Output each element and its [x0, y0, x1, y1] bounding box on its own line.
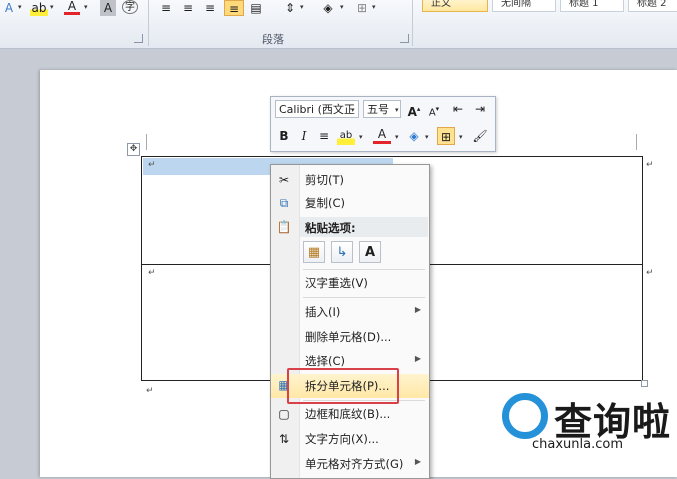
chevron-down-icon[interactable]: ▾: [50, 3, 54, 11]
submenu-arrow-icon: ▶: [414, 305, 421, 314]
paragraph-dialog-launcher-icon[interactable]: [400, 34, 409, 43]
shading-icon[interactable]: ◈: [320, 0, 336, 16]
paragraph-group-label: 段落: [262, 33, 284, 46]
justify-icon[interactable]: ≡: [224, 0, 244, 16]
watermark: 查询啦 chaxunla.com: [500, 385, 677, 477]
style-heading-2[interactable]: 标题 2: [628, 0, 677, 12]
line-spacing-icon[interactable]: ⇕: [282, 0, 298, 16]
brand-logo-icon: [502, 393, 548, 439]
font-color-button[interactable]: A: [373, 127, 391, 144]
style-normal[interactable]: 正文: [422, 0, 488, 12]
borders-shading-icon: ▢: [278, 407, 290, 421]
group-divider: [412, 0, 413, 46]
mini-toolbar: Calibri (西文正 ▾ 五号 ▾ A▴ A▾ ⇤ ⇥ B I ≡ ab ▾…: [270, 96, 496, 152]
paste-options-header: 粘贴选项:: [300, 217, 428, 237]
shrink-font-button[interactable]: A▾: [425, 100, 443, 118]
borders-icon[interactable]: ⊞: [354, 0, 370, 16]
menu-separator: [303, 297, 425, 298]
chevron-down-icon[interactable]: ▾: [459, 133, 463, 141]
format-painter-icon[interactable]: 🖌: [471, 127, 489, 145]
menu-item-delete-cells[interactable]: 删除单元格(D)...: [271, 326, 429, 348]
chevron-down-icon[interactable]: ▾: [300, 3, 304, 11]
font-color-icon[interactable]: A: [64, 0, 80, 15]
cell-end-mark: ↵: [148, 160, 156, 170]
align-left-icon[interactable]: ≡: [158, 0, 174, 16]
menu-item-insert[interactable]: 插入(I) ▶: [271, 301, 429, 323]
borders-icon[interactable]: ⊞: [437, 127, 455, 145]
merge-formatting-icon[interactable]: ↳: [331, 241, 353, 263]
menu-item-borders-shading[interactable]: ▢ 边框和底纹(B)...: [271, 403, 429, 425]
menu-item-text-direction[interactable]: ⇅ 文字方向(X)...: [271, 428, 429, 450]
group-divider: [148, 0, 149, 46]
ribbon: A ▾ ab ▾ A ▾ A 字 ≡ ≡ ≡ ≡ ▤ ⇕ ▾ ◈ ▾ ⊞ ▾ 段…: [0, 0, 677, 49]
keep-source-formatting-icon[interactable]: ▦: [303, 241, 325, 263]
context-menu: ✂ 剪切(T) ⧉ 复制(C) 粘贴选项: 📋 ▦ ↳ A 汉字重选(V) 插入…: [270, 164, 430, 479]
menu-item-cut[interactable]: ✂ 剪切(T): [271, 169, 429, 191]
phonetic-guide-icon[interactable]: 字: [122, 0, 138, 14]
chevron-down-icon[interactable]: ▾: [372, 3, 376, 11]
cell-end-mark: ↵: [148, 268, 156, 278]
row-end-mark: ↵: [646, 268, 654, 278]
crop-mark: [636, 134, 637, 150]
distributed-icon[interactable]: ▤: [248, 0, 264, 16]
copy-icon: ⧉: [279, 196, 289, 210]
submenu-arrow-icon: ▶: [414, 354, 421, 363]
paragraph-mark: ↵: [146, 386, 154, 396]
row-end-mark: ↵: [646, 160, 654, 170]
align-right-icon[interactable]: ≡: [202, 0, 218, 16]
menu-item-reconvert[interactable]: 汉字重选(V): [271, 272, 429, 294]
char-shading-icon[interactable]: A: [100, 0, 116, 16]
text-effect-icon[interactable]: A: [2, 0, 16, 16]
highlight-annotation-box: [287, 368, 399, 404]
chevron-down-icon[interactable]: ▾: [359, 133, 363, 141]
style-heading-1[interactable]: 标题 1: [560, 0, 624, 12]
chevron-down-icon[interactable]: ▾: [351, 106, 355, 114]
menu-item-copy[interactable]: ⧉ 复制(C): [271, 192, 429, 214]
menu-item-cell-alignment[interactable]: 单元格对齐方式(G) ▶: [271, 453, 429, 475]
paste-icon: 📋: [276, 220, 292, 234]
style-no-spacing[interactable]: 无间隔: [492, 0, 556, 12]
scissors-icon: ✂: [278, 173, 290, 187]
chevron-down-icon[interactable]: ▾: [18, 3, 22, 11]
text-direction-icon: ⇅: [278, 432, 290, 446]
grow-font-button[interactable]: A▴: [405, 100, 423, 119]
chevron-down-icon[interactable]: ▾: [395, 133, 399, 141]
font-dialog-launcher-icon[interactable]: [134, 34, 143, 43]
chevron-down-icon[interactable]: ▾: [340, 3, 344, 11]
center-icon[interactable]: ≡: [315, 127, 333, 145]
bold-button[interactable]: B: [275, 127, 293, 145]
chevron-down-icon[interactable]: ▾: [425, 133, 429, 141]
menu-separator: [303, 269, 425, 270]
highlight-button[interactable]: ab: [337, 127, 355, 145]
keep-text-only-icon[interactable]: A: [359, 241, 381, 263]
increase-indent-icon[interactable]: ⇥: [471, 100, 489, 118]
chevron-down-icon[interactable]: ▾: [84, 3, 88, 11]
crop-mark: [146, 134, 147, 150]
submenu-arrow-icon: ▶: [414, 457, 421, 466]
center-icon[interactable]: ≡: [180, 0, 196, 16]
font-name-box[interactable]: Calibri (西文正: [275, 100, 359, 118]
shading-icon[interactable]: ◈: [405, 127, 423, 145]
chevron-down-icon[interactable]: ▾: [395, 106, 399, 114]
highlight-icon[interactable]: ab: [30, 0, 48, 16]
table-move-handle[interactable]: ✥: [127, 143, 140, 156]
watermark-url: chaxunla.com: [532, 437, 623, 452]
italic-button[interactable]: I: [295, 127, 313, 145]
decrease-indent-icon[interactable]: ⇤: [449, 100, 467, 118]
